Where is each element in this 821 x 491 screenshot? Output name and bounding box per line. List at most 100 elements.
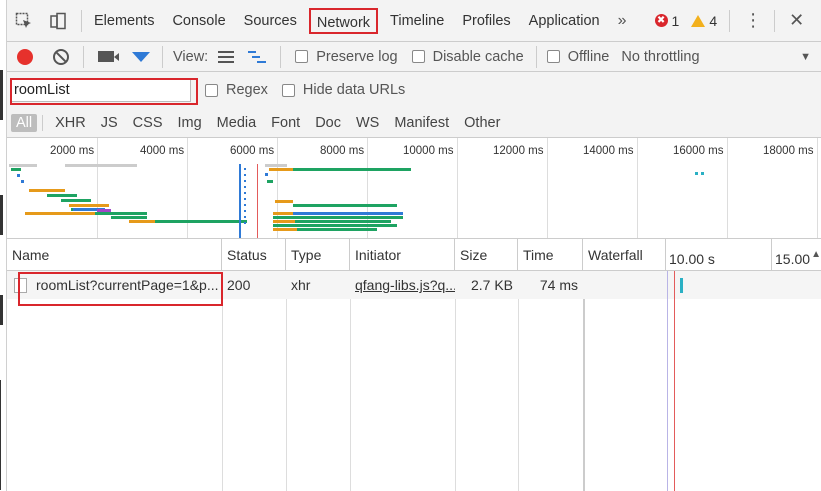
regex-checkbox[interactable]: Regex (205, 82, 268, 98)
network-toolbar: View: Preserve log Disable cache Offline… (7, 42, 821, 72)
disable-cache-checkbox[interactable]: Disable cache (411, 48, 524, 65)
console-counters[interactable]: ✖ 1 4 (654, 12, 717, 29)
divider (729, 9, 731, 32)
overview-bar (267, 180, 273, 183)
column-size[interactable]: Size (455, 239, 518, 271)
column-initiator[interactable]: Initiator (350, 239, 455, 271)
network-overview[interactable]: 2000 ms 4000 ms 6000 ms 8000 ms 10000 ms… (7, 138, 821, 239)
checkbox-box[interactable] (546, 50, 560, 63)
overview-bar (95, 212, 147, 215)
resource-type-filter: All XHR JS CSS Img Media Font Doc WS Man… (7, 108, 821, 138)
tick-label: 10000 ms (403, 145, 454, 157)
tick-label: 2000 ms (50, 145, 95, 157)
filter-icon[interactable] (132, 51, 150, 62)
divider (42, 114, 44, 131)
column-name[interactable]: Name (7, 239, 222, 271)
column-status[interactable]: Status (222, 239, 286, 271)
regex-label: Regex (226, 82, 268, 98)
overview-bar (25, 212, 73, 215)
tick-label: 16000 ms (673, 145, 724, 157)
overview-bar (269, 168, 293, 171)
type-font[interactable]: Font (266, 114, 305, 132)
tab-console[interactable]: Console (166, 8, 231, 34)
overview-bar (273, 216, 403, 219)
overview-toggle-icon[interactable] (248, 50, 267, 63)
type-manifest[interactable]: Manifest (389, 114, 454, 132)
request-time: 74 ms (539, 277, 578, 293)
preserve-log-checkbox[interactable]: Preserve log (295, 48, 398, 65)
large-rows-icon[interactable] (218, 50, 235, 63)
disable-cache-label: Disable cache (432, 48, 524, 65)
type-other[interactable]: Other (459, 114, 505, 132)
tick-label: 6000 ms (230, 145, 275, 157)
tick-label: 12000 ms (493, 145, 544, 157)
grid-line (457, 138, 458, 238)
close-icon[interactable]: ✕ (789, 10, 804, 31)
kebab-menu-icon[interactable]: ⋮ (744, 10, 762, 31)
throttling-select[interactable]: No throttling (621, 49, 699, 65)
column-waterfall[interactable]: Waterfall (583, 239, 665, 271)
load-event-line (257, 164, 258, 238)
checkbox-box[interactable] (281, 83, 295, 97)
type-img[interactable]: Img (173, 114, 207, 132)
overview-bar (273, 220, 295, 223)
device-toolbar-icon[interactable] (41, 0, 75, 42)
tab-elements[interactable]: Elements (88, 8, 160, 34)
checkbox-box[interactable] (411, 50, 425, 63)
table-header: Name Status Type Initiator Size Time Wat… (7, 239, 821, 271)
tab-sources[interactable]: Sources (238, 8, 303, 34)
column-time[interactable]: Time (518, 239, 583, 271)
overview-bar (273, 224, 397, 227)
overview-bar (695, 172, 698, 175)
column-divider (455, 271, 456, 491)
sort-arrow-icon[interactable]: ▲ (811, 249, 821, 260)
request-status: 200 (227, 277, 251, 293)
preserve-log-label: Preserve log (316, 48, 398, 65)
type-doc[interactable]: Doc (310, 114, 346, 132)
hide-data-urls-checkbox[interactable]: Hide data URLs (281, 82, 406, 98)
capture-screenshots-icon[interactable] (98, 51, 119, 62)
tab-profiles[interactable]: Profiles (456, 8, 516, 34)
more-tabs-icon[interactable]: » (618, 12, 627, 30)
overview-bar (11, 168, 21, 171)
request-initiator-link[interactable]: qfang-libs.js?q... (350, 271, 455, 299)
overview-bar (129, 220, 155, 223)
view-label: View: (173, 48, 209, 65)
overview-bar (9, 164, 37, 167)
overview-bar (61, 199, 91, 202)
hide-data-urls-label: Hide data URLs (302, 82, 406, 98)
column-type[interactable]: Type (286, 239, 350, 271)
checkbox-box[interactable] (295, 50, 309, 63)
inspect-element-icon[interactable] (7, 0, 41, 42)
dom-content-loaded-line (239, 164, 241, 238)
clear-icon[interactable] (53, 48, 69, 65)
highlight-box-filter (10, 78, 198, 105)
overview-bar (297, 228, 377, 231)
error-icon: ✖ (654, 14, 668, 27)
type-xhr[interactable]: XHR (50, 114, 91, 132)
tab-timeline[interactable]: Timeline (384, 8, 450, 34)
checkbox-box[interactable] (205, 83, 218, 97)
offline-checkbox[interactable]: Offline (546, 49, 609, 65)
tab-network[interactable]: Network (308, 7, 379, 34)
divider (774, 9, 776, 32)
type-ws[interactable]: WS (351, 114, 384, 132)
chevron-down-icon[interactable]: ▼ (800, 51, 811, 63)
tab-application[interactable]: Application (523, 8, 606, 34)
grid-line (187, 138, 188, 238)
overview-bar (244, 168, 246, 228)
overview-bar (265, 173, 268, 176)
request-type: xhr (291, 277, 311, 293)
load-event-line (674, 271, 675, 491)
overview-bar (17, 174, 20, 177)
error-count: 1 (671, 12, 680, 29)
overview-bar (265, 164, 287, 167)
waterfall-tick-10s: 10.00 s (665, 239, 745, 271)
overview-bar (65, 164, 137, 167)
type-all[interactable]: All (11, 113, 38, 132)
type-media[interactable]: Media (212, 114, 262, 132)
tick-label: 8000 ms (320, 145, 365, 157)
record-icon[interactable] (17, 48, 33, 65)
type-css[interactable]: CSS (128, 114, 168, 132)
type-js[interactable]: JS (96, 114, 123, 132)
